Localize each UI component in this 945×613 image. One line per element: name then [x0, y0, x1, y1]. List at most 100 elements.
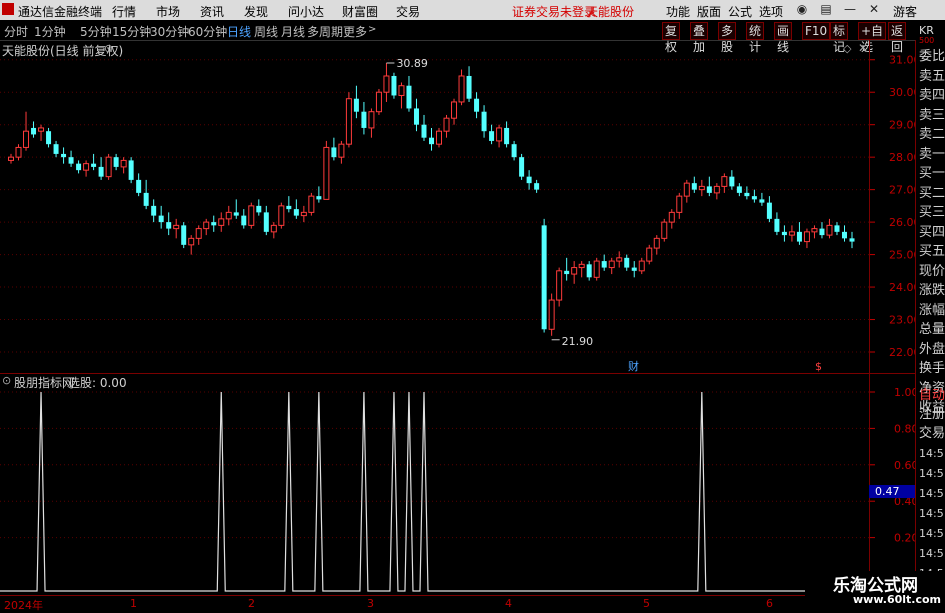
period-tab-more[interactable]: 更多 — [343, 23, 367, 40]
app-name: 通达信金融终端 — [18, 5, 103, 19]
period-tab-15min[interactable]: 15分钟 — [112, 23, 151, 40]
close-icon[interactable]: ✕ — [864, 2, 884, 18]
app-logo-icon — [2, 3, 14, 15]
candle-body — [8, 156, 14, 161]
candle-body — [173, 224, 180, 230]
candle-body — [316, 196, 322, 200]
more-chevron-icon[interactable]: > — [368, 24, 376, 35]
candle-body — [788, 231, 795, 236]
quote-item: 14:5 — [919, 507, 944, 520]
candle-body — [353, 98, 359, 112]
candle-body — [616, 257, 623, 262]
f10-button[interactable]: F10 — [802, 22, 831, 40]
quote-item[interactable]: 交易 — [919, 422, 945, 441]
candle-body — [534, 183, 540, 190]
menu-xuanxiang[interactable]: 选项 — [759, 3, 783, 20]
y-tick-label: 29.00 — [889, 119, 916, 132]
candle-body — [391, 75, 397, 96]
indicator-chart[interactable]: ⊙ 股朋指标网 选股: 0.00 — [0, 374, 869, 594]
candle-body — [849, 238, 855, 242]
user-icon[interactable]: ◉ — [792, 2, 812, 18]
period-tab-daily[interactable]: 日线 — [227, 23, 251, 40]
quote-item: 14:5 — [919, 447, 944, 460]
main-kline-chart[interactable]: 天能股份(日线 前复权) ⊙ ◇ ✕ 30.89 21.90 财 $ — [0, 40, 869, 373]
indicator-svg — [0, 391, 869, 592]
candle-body — [713, 185, 720, 194]
add-watchlist-button[interactable]: +自选 — [858, 22, 887, 54]
candle-body — [218, 218, 225, 226]
quote-item: 卖三 — [919, 107, 945, 123]
quote-item: 总量 — [919, 322, 945, 337]
candle-body — [308, 195, 315, 213]
menu-wenxiaoda[interactable]: 问小达 — [288, 3, 324, 20]
candle-body — [834, 225, 840, 232]
candle-body — [653, 237, 660, 249]
guest-label[interactable]: 游客 — [893, 3, 917, 20]
menu-jiaoyi[interactable]: 交易 — [396, 3, 420, 20]
menu-zixun[interactable]: 资讯 — [200, 3, 224, 20]
menu-shichang[interactable]: 市场 — [156, 3, 180, 20]
candle-body — [721, 176, 728, 187]
quote-item[interactable]: 自动 — [919, 384, 945, 403]
multi-stock-button[interactable]: 多股 — [718, 22, 737, 54]
menu-gongneng[interactable]: 功能 — [666, 3, 690, 20]
candle-body — [803, 231, 810, 243]
menu-banmian[interactable]: 版面 — [697, 3, 721, 20]
period-tab-fenshi[interactable]: 分时 — [4, 23, 28, 40]
candle-body — [375, 91, 382, 113]
candle-body — [556, 270, 563, 301]
minimize-icon[interactable]: — — [840, 2, 860, 18]
kline-svg: 30.89 21.90 财 $ — [0, 57, 869, 373]
back-button[interactable]: 返回 — [888, 22, 907, 54]
period-tab-5min[interactable]: 5分钟 — [80, 23, 112, 40]
quote-item: 买三 — [919, 205, 945, 220]
candle-body — [91, 163, 97, 167]
quote-item: 卖二 — [919, 127, 945, 142]
period-tab-30min[interactable]: 30分钟 — [150, 23, 189, 40]
quote-item: 买四 — [919, 224, 945, 240]
watermark-url: www.60lt.com — [853, 593, 942, 606]
signal-line — [0, 391, 869, 592]
candle-body — [661, 221, 668, 239]
period-tab-multi[interactable]: 多周期 — [307, 23, 343, 40]
candle-body — [68, 157, 74, 164]
candle-body — [519, 157, 525, 177]
y-tick-label: 23.00 — [889, 314, 916, 327]
candle-body — [481, 111, 487, 132]
fuquan-button[interactable]: 复权 — [662, 22, 681, 54]
x-label-month-2: 2 — [248, 597, 255, 610]
menu-gongshi[interactable]: 公式 — [728, 3, 752, 20]
candle-body — [744, 192, 750, 197]
overlay-button[interactable]: 叠加 — [690, 22, 709, 54]
period-tab-60min[interactable]: 60分钟 — [188, 23, 227, 40]
period-tab-1min[interactable]: 1分钟 — [34, 23, 66, 40]
candle-body — [578, 263, 585, 269]
period-tab-weekly[interactable]: 周线 — [254, 23, 278, 40]
menu-caifuquan[interactable]: 财富圈 — [342, 3, 378, 20]
candle-body — [766, 202, 772, 219]
stats-button[interactable]: 统计 — [746, 22, 765, 54]
window-switch-icon[interactable]: ▤ — [816, 2, 836, 18]
candle-body — [586, 264, 592, 278]
menu-faxian[interactable]: 发现 — [244, 3, 268, 20]
candle-body — [571, 267, 578, 275]
candle-body — [526, 176, 532, 184]
mark-button[interactable]: 标记 — [830, 22, 849, 54]
candle-body — [841, 231, 847, 239]
candle-body — [489, 131, 495, 141]
low-label: 21.90 — [562, 335, 594, 348]
candle-body — [698, 185, 705, 191]
candle-body — [136, 179, 142, 193]
draw-line-button[interactable]: 画线 — [774, 22, 793, 54]
candle-body — [300, 211, 307, 217]
y-tick-label: 27.00 — [889, 184, 916, 197]
candle-body — [646, 247, 653, 262]
x-axis: 2024年 1 2 3 4 5 6 — [0, 595, 915, 612]
trade-login-notice[interactable]: 证券交易未登录 — [512, 3, 596, 20]
candle-body — [413, 108, 419, 125]
period-tab-monthly[interactable]: 月线 — [281, 23, 305, 40]
y-tick-label: 24.00 — [889, 281, 916, 294]
menu-hangqing[interactable]: 行情 — [112, 3, 136, 20]
quote-item: 涨幅 — [919, 302, 945, 318]
quote-item[interactable]: 注册 — [919, 403, 945, 422]
